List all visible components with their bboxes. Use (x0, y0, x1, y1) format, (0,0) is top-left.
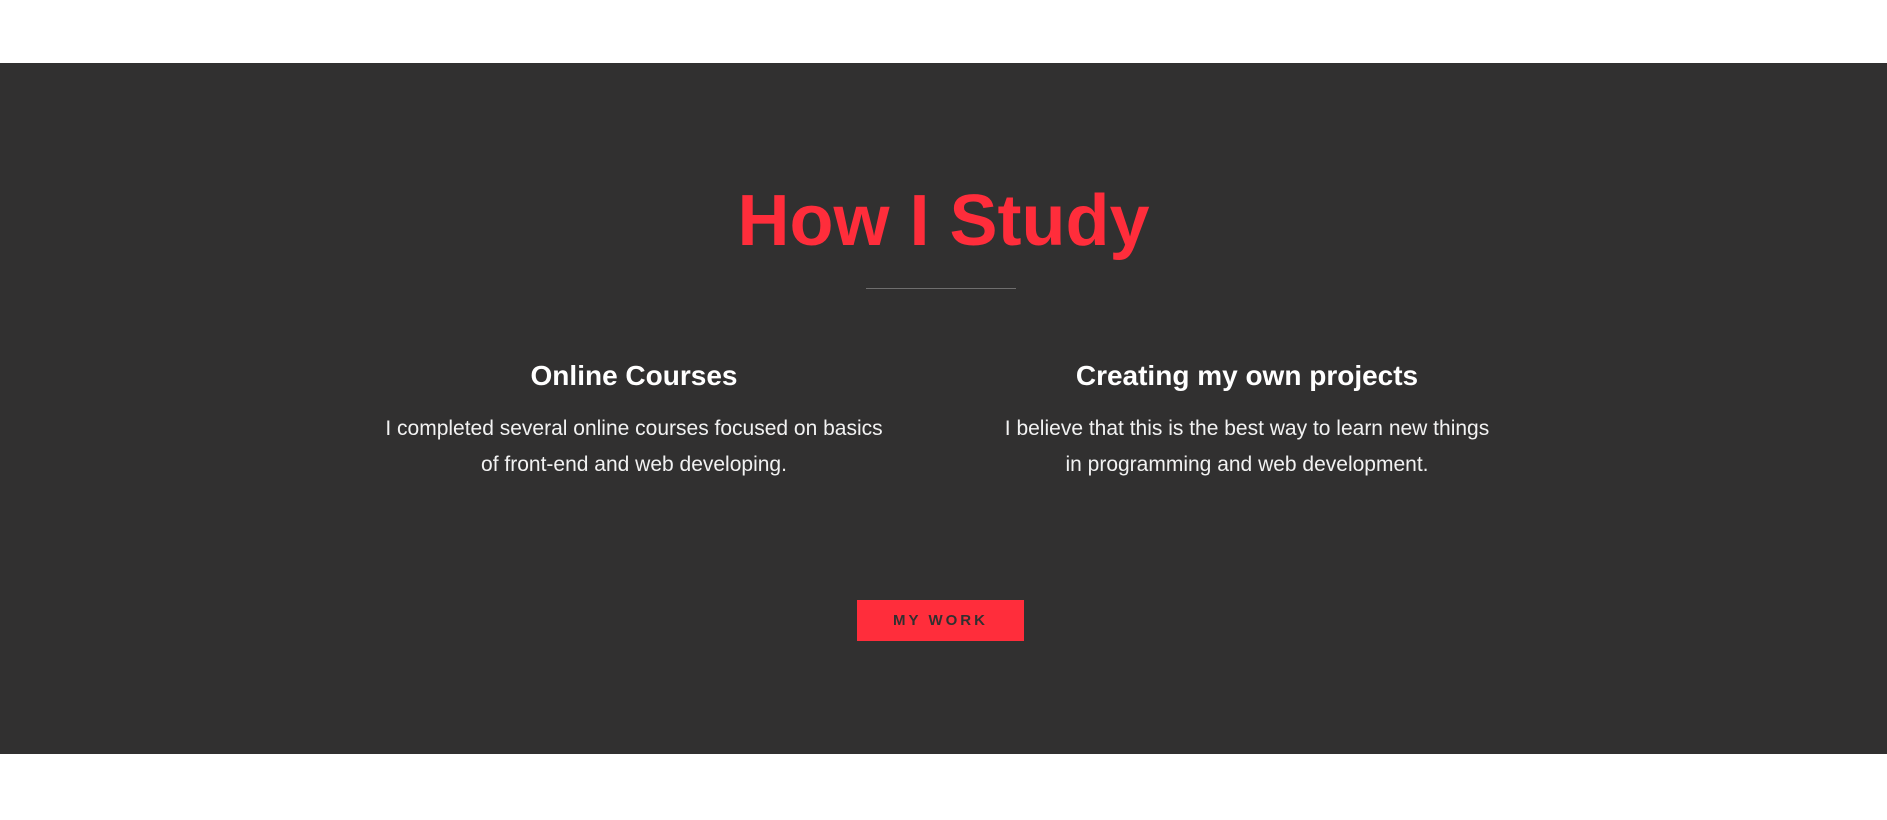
title-divider (866, 288, 1016, 289)
my-work-button[interactable]: MY WORK (857, 600, 1024, 641)
column-text: I believe that this is the best way to l… (1004, 417, 1490, 476)
column-heading: Creating my own projects (1075, 360, 1419, 391)
column-heading: Online Courses (530, 360, 738, 391)
study-column-online-courses: Online Courses I completed several onlin… (374, 358, 894, 483)
section-title: How I Study (737, 181, 1150, 261)
column-text: I completed several online courses focus… (385, 417, 883, 476)
page-bottom-spacer (0, 754, 1887, 820)
how-i-study-section: How I Study Online Courses I completed s… (0, 63, 1887, 754)
page-top-spacer (0, 0, 1887, 63)
study-column-own-projects: Creating my own projects I believe that … (987, 358, 1507, 483)
